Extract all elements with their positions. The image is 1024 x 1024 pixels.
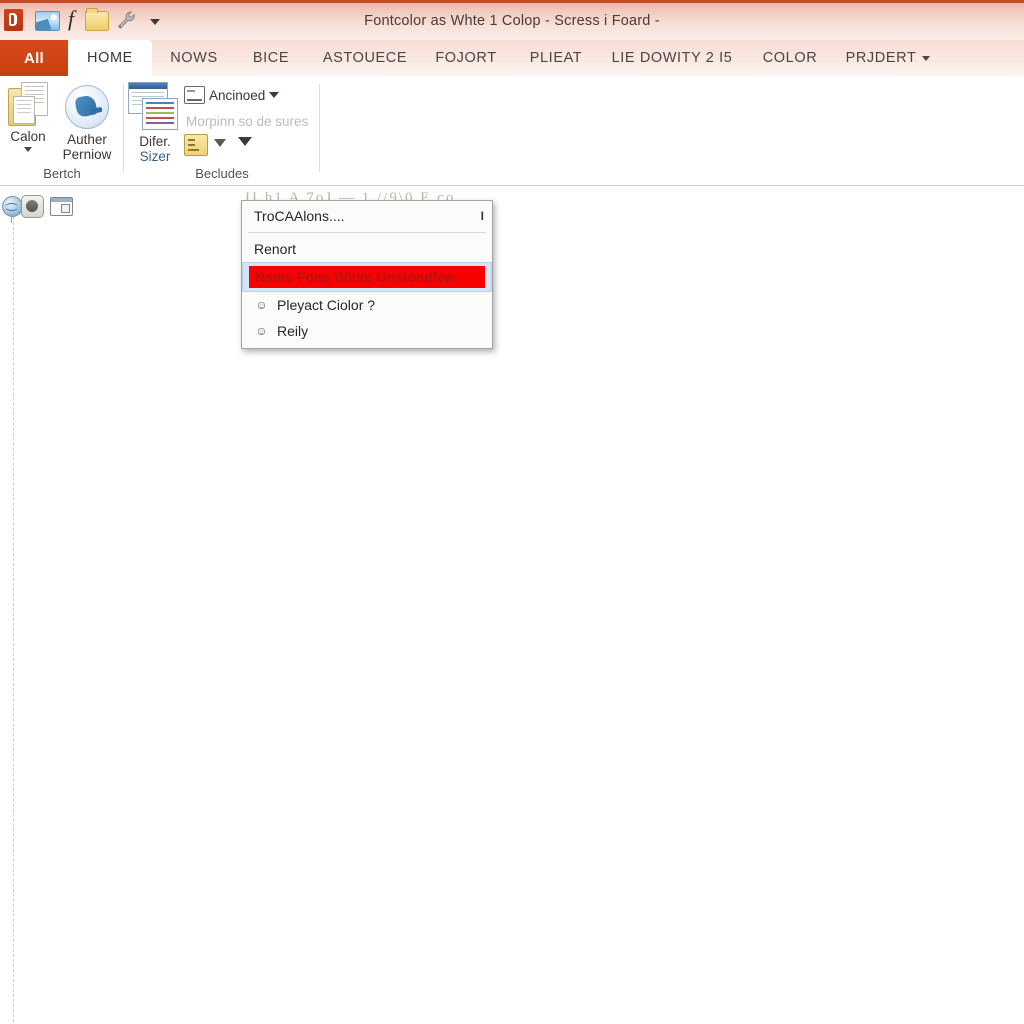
tab-bice[interactable]: BICE [238,40,304,76]
tab-label: ASTOUECE [322,50,408,66]
context-menu-item-label: TroCAAlons.... [254,208,345,224]
globe-pin-icon[interactable] [2,196,23,223]
author-permission-label-line2: Perniow [62,147,112,162]
tab-label: PLIEAT [529,50,583,66]
context-menu-item-selected[interactable]: Nams Fona White Unslondlew [242,262,492,292]
ribbon-group-label: Becludes [195,166,249,181]
slide-size-label-line2: Sizer [139,149,171,164]
application-window: f Fontcolor as Whte 1 Colop - Scress i F… [0,0,1024,1024]
context-menu-item-pleyact-ciolor[interactable]: ☺ Pleyact Ciolor ? [242,292,492,318]
slide-canvas[interactable]: II h1 A 7oJ — 1 //9\0 E co [0,186,1024,1024]
person-icon: ☺ [255,323,268,338]
dropdown-caret-icon [238,137,252,146]
window-title: Fontcolor as Whte 1 Colop - Scress i Foa… [364,13,660,29]
author-permission-button[interactable]: Auther Perniow [56,84,118,162]
yellow-card-button[interactable] [184,134,208,156]
context-menu-separator [248,232,486,233]
person-icon: ☺ [255,297,268,312]
tab-astouece[interactable]: ASTOUECE [310,40,420,76]
context-menu-item-renort[interactable]: Renort [242,236,492,262]
tab-label: LIE DOWITY 2 I5 [611,50,733,66]
yellow-card-icon [184,134,208,156]
context-menu-item-label: Pleyact Ciolor ? [277,297,376,313]
ancinoed-label: Ancinoed [209,87,266,103]
tab-home[interactable]: HOME [68,40,152,76]
context-menu-item-trocaalons[interactable]: TroCAAlons.... I [242,203,492,229]
section-icon [184,86,205,104]
filter-button[interactable] [214,139,226,147]
chevron-down-icon [922,55,931,61]
context-menu-item-trailing: I [480,209,484,223]
slide-size-label-line1: Difer. [139,134,171,149]
canvas-toolbar [0,190,260,223]
tab-label: NOWS [170,50,218,66]
context-menu-item-label: Reily [277,323,309,339]
author-permission-label-line1: Auther [67,132,107,147]
tab-color[interactable]: COLOR [752,40,828,76]
paste-button-label: Calon [10,129,46,144]
ribbon: Calon Auther Perniow Bertch Difer. Sizer… [0,76,1024,186]
ancinoed-button[interactable]: Ancinoed [184,86,280,104]
context-menu-item-reily[interactable]: ☺ Reily [242,318,492,344]
record-button-icon[interactable] [21,195,44,218]
tab-label: FOJORT [435,50,497,66]
slide-size-button[interactable]: Difer. Sizer [128,82,182,164]
tab-lie-dowity[interactable]: LIE DOWITY 2 I5 [602,40,742,76]
context-menu-item-label: Nams Fona White Unslondlew [249,266,485,288]
tab-file[interactable]: All [0,40,68,76]
ribbon-group-separator [319,84,320,172]
context-menu-item-label: Renort [254,241,297,257]
ribbon-ghost-text: Morpinn so de sures [186,114,309,129]
title-bar: f Fontcolor as Whte 1 Colop - Scress i F… [0,0,1024,40]
tab-label: PRJDERT [845,50,917,66]
tab-nows[interactable]: NOWS [158,40,230,76]
window-preview-icon[interactable] [50,197,73,216]
ribbon-tab-strip: All HOME NOWS BICE ASTOUECE FOJORT PLIEA… [0,40,1024,76]
ribbon-group-label: Bertch [43,166,81,181]
slide-size-icon [128,82,178,132]
filter-caret-icon [214,139,226,147]
author-permission-icon [65,85,109,129]
ribbon-group-bertch: Calon Auther Perniow Bertch [0,76,124,185]
paste-icon [8,82,48,126]
paste-button[interactable]: Calon [2,82,54,152]
tab-label: BICE [252,50,290,66]
more-options-button[interactable] [238,137,252,146]
canvas-guide-line [13,212,14,1022]
tab-label: HOME [87,50,133,66]
chevron-down-icon[interactable] [269,92,280,98]
context-menu[interactable]: TroCAAlons.... I Renort Nams Fona White … [241,200,493,349]
ribbon-group-becludes: Difer. Sizer Ancinoed Morpinn so de sure… [124,76,320,185]
tab-plieat[interactable]: PLIEAT [516,40,596,76]
tab-fojort[interactable]: FOJORT [424,40,508,76]
tab-label: COLOR [762,50,818,66]
chevron-down-icon[interactable] [24,147,32,152]
tab-prjdert[interactable]: PRJDERT [838,40,938,76]
